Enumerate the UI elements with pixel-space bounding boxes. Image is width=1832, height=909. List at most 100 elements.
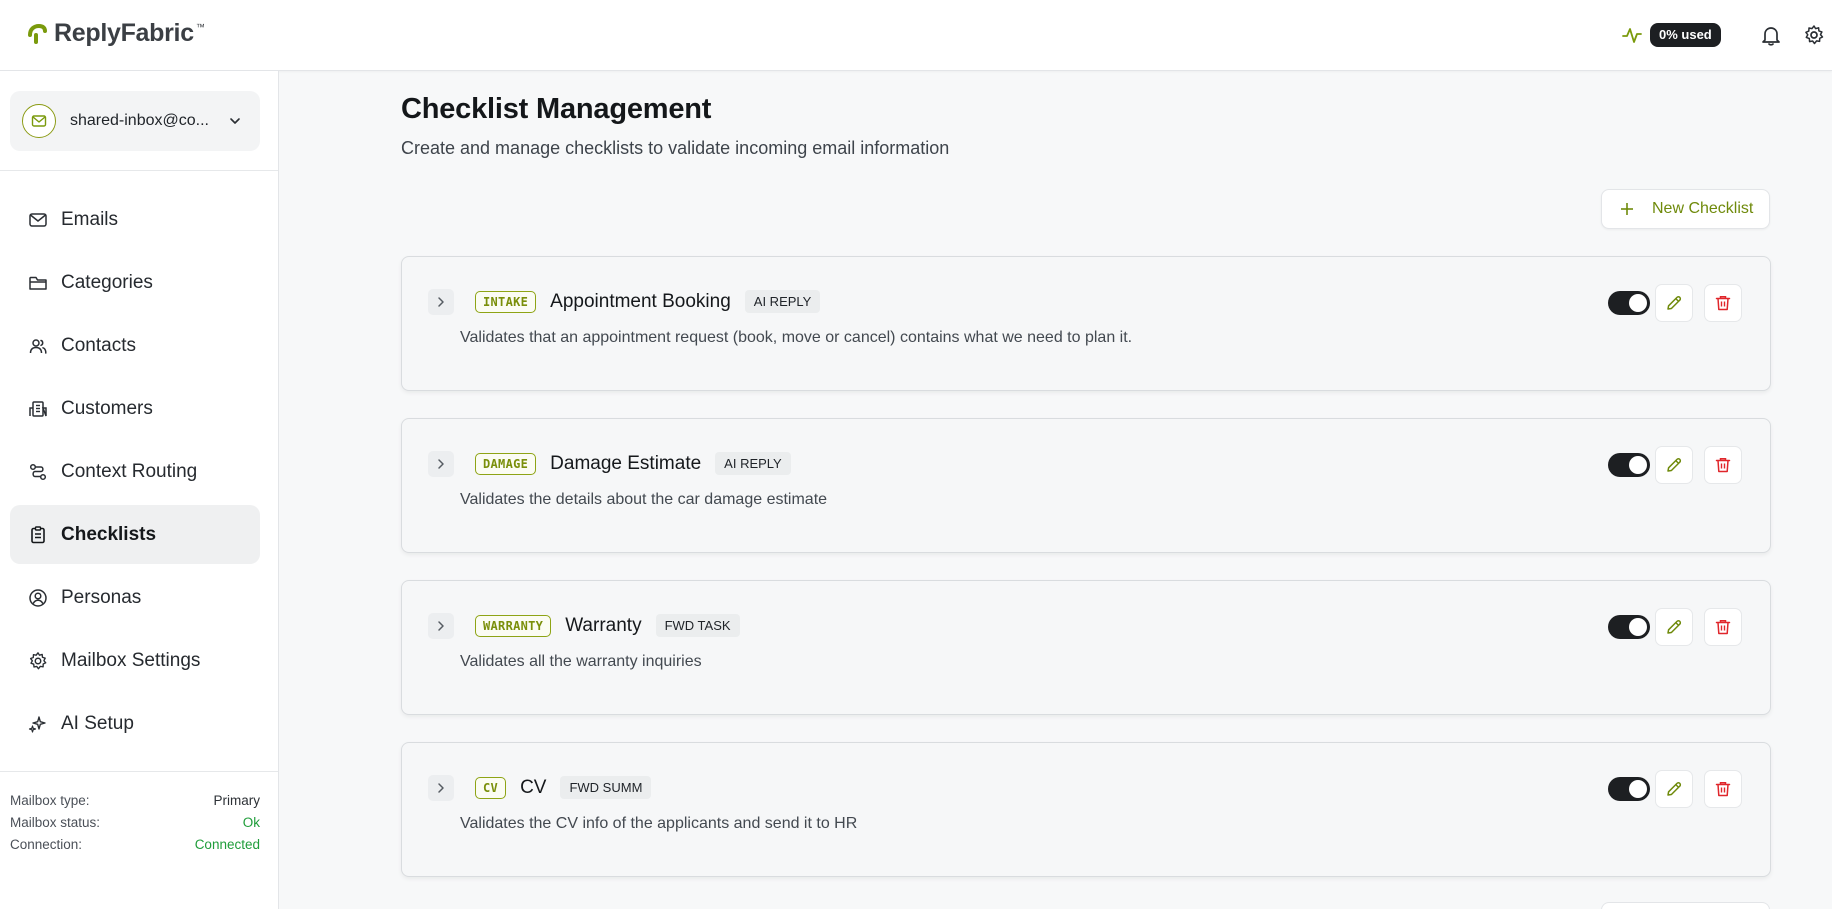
sidebar-item-checklists[interactable]: Checklists bbox=[10, 505, 260, 564]
sidebar-item-customers[interactable]: Customers bbox=[10, 379, 260, 438]
checklist-card: CV CV FWD SUMM Validates the CV info of … bbox=[401, 742, 1771, 877]
sidebar-item-label: Contacts bbox=[61, 334, 136, 356]
brand[interactable]: ReplyFabric ™ bbox=[26, 19, 205, 48]
delete-button[interactable] bbox=[1704, 770, 1742, 808]
enable-toggle[interactable] bbox=[1608, 615, 1650, 639]
enable-toggle[interactable] bbox=[1608, 777, 1650, 801]
mailbox-status-row: Mailbox status: Ok bbox=[10, 811, 260, 833]
chevron-right-icon bbox=[438, 621, 444, 631]
delete-button[interactable] bbox=[1704, 284, 1742, 322]
folder-icon bbox=[29, 276, 47, 290]
checklist-header: WARRANTY Warranty FWD TASK bbox=[475, 614, 740, 637]
new-checklist-label: New Checklist bbox=[1652, 200, 1754, 217]
sidebar-item-label: Checklists bbox=[61, 523, 157, 545]
gear-icon[interactable] bbox=[1803, 24, 1825, 46]
sparkles-icon bbox=[28, 715, 46, 733]
sidebar-item-emails[interactable]: Emails bbox=[10, 190, 260, 249]
status-label: Connection: bbox=[10, 836, 83, 852]
usage-badge: 0% used bbox=[1650, 23, 1721, 47]
route-icon bbox=[29, 463, 47, 480]
usage-indicator[interactable]: 0% used bbox=[1622, 23, 1721, 47]
sidebar-item-label: Customers bbox=[61, 397, 153, 419]
checklist-header: INTAKE Appointment Booking AI REPLY bbox=[475, 290, 821, 313]
mailbox-status-value: Ok bbox=[242, 814, 260, 830]
status-label: Mailbox type: bbox=[10, 792, 90, 808]
checklist-header: CV CV FWD SUMM bbox=[475, 776, 652, 799]
connection-value: Connected bbox=[194, 836, 260, 852]
checklist-description: Validates the details about the car dama… bbox=[460, 491, 828, 508]
sidebar-item-label: Context Routing bbox=[61, 460, 198, 482]
chevron-right-icon bbox=[438, 783, 444, 793]
sidebar-item-personas[interactable]: Personas bbox=[10, 568, 260, 627]
checklist-header: DAMAGE Damage Estimate AI REPLY bbox=[475, 452, 791, 475]
delete-button[interactable] bbox=[1704, 446, 1742, 484]
page-title: Checklist Management bbox=[401, 93, 712, 125]
mailbox-avatar bbox=[22, 104, 56, 138]
pencil-icon bbox=[1667, 296, 1682, 310]
sidebar-item-label: Emails bbox=[61, 208, 119, 230]
sidebar-item-mailbox-settings[interactable]: Mailbox Settings bbox=[10, 631, 260, 690]
trash-icon bbox=[1715, 296, 1731, 311]
trash-icon bbox=[1715, 458, 1731, 473]
users-icon bbox=[29, 338, 47, 354]
sidebar-item-contacts[interactable]: Contacts bbox=[10, 316, 260, 375]
enable-toggle[interactable] bbox=[1608, 291, 1650, 315]
plus-icon bbox=[1621, 203, 1633, 215]
pagination-button[interactable] bbox=[1601, 902, 1770, 909]
mail-icon bbox=[31, 115, 47, 127]
trash-icon bbox=[1715, 620, 1731, 635]
checklist-type-tag: AI REPLY bbox=[715, 452, 791, 475]
expand-button[interactable] bbox=[428, 451, 454, 477]
main-content: Checklist Management Create and manage c… bbox=[279, 71, 1832, 909]
enable-toggle[interactable] bbox=[1608, 453, 1650, 477]
checklist-type-tag: AI REPLY bbox=[744, 290, 821, 313]
expand-button[interactable] bbox=[428, 613, 454, 639]
connection-row: Connection: Connected bbox=[10, 833, 260, 855]
clipboard-icon bbox=[31, 525, 45, 543]
edit-button[interactable] bbox=[1655, 284, 1693, 322]
expand-button[interactable] bbox=[428, 775, 454, 801]
sidebar-item-categories[interactable]: Categories bbox=[10, 253, 260, 312]
bell-icon[interactable] bbox=[1760, 24, 1782, 46]
sidebar-item-context-routing[interactable]: Context Routing bbox=[10, 442, 260, 501]
checklist-name: Warranty bbox=[565, 614, 642, 636]
sidebar-item-label: Categories bbox=[61, 271, 153, 293]
edit-button[interactable] bbox=[1655, 446, 1693, 484]
user-circle-icon bbox=[29, 588, 47, 607]
mailbox-selector[interactable]: shared-inbox@co... bbox=[10, 91, 260, 151]
chevron-right-icon bbox=[438, 459, 444, 469]
pencil-icon bbox=[1667, 782, 1682, 796]
building-icon bbox=[29, 400, 47, 417]
sidebar-nav: Emails Categories Contacts Customers Con… bbox=[10, 190, 260, 757]
brand-trademark: ™ bbox=[195, 22, 205, 32]
checklist-type-tag: FWD TASK bbox=[655, 614, 740, 637]
gear-icon bbox=[29, 651, 47, 669]
checklist-card: DAMAGE Damage Estimate AI REPLY Validate… bbox=[401, 418, 1771, 553]
checklist-name: Appointment Booking bbox=[550, 290, 731, 312]
sidebar: shared-inbox@co... Emails Categories Con… bbox=[0, 71, 279, 909]
checklist-code-tag: CV bbox=[475, 776, 507, 799]
status-label: Mailbox status: bbox=[10, 814, 101, 830]
chevron-down-icon bbox=[230, 118, 240, 124]
checklist-description: Validates that an appointment request (b… bbox=[460, 329, 1133, 346]
trash-icon bbox=[1715, 782, 1731, 797]
mailbox-name: shared-inbox@co... bbox=[70, 112, 209, 129]
pencil-icon bbox=[1667, 620, 1682, 634]
edit-button[interactable] bbox=[1655, 608, 1693, 646]
sidebar-divider bbox=[0, 771, 278, 772]
mailbox-status-panel: Mailbox type: Primary Mailbox status: Ok… bbox=[10, 789, 260, 855]
new-checklist-button[interactable]: New Checklist bbox=[1601, 189, 1770, 229]
expand-button[interactable] bbox=[428, 289, 454, 315]
edit-button[interactable] bbox=[1655, 770, 1693, 808]
checklist-description: Validates all the warranty inquiries bbox=[460, 653, 702, 670]
sidebar-item-ai-setup[interactable]: AI Setup bbox=[10, 694, 260, 753]
checklist-card: WARRANTY Warranty FWD TASK Validates all… bbox=[401, 580, 1771, 715]
sidebar-divider bbox=[0, 170, 278, 171]
delete-button[interactable] bbox=[1704, 608, 1742, 646]
sidebar-item-label: Personas bbox=[61, 586, 142, 608]
sidebar-item-label: AI Setup bbox=[61, 712, 134, 734]
page-subtitle: Create and manage checklists to validate… bbox=[401, 138, 950, 158]
brand-name: ReplyFabric bbox=[54, 19, 194, 47]
pencil-icon bbox=[1667, 458, 1682, 472]
brand-logo-icon bbox=[28, 23, 47, 44]
